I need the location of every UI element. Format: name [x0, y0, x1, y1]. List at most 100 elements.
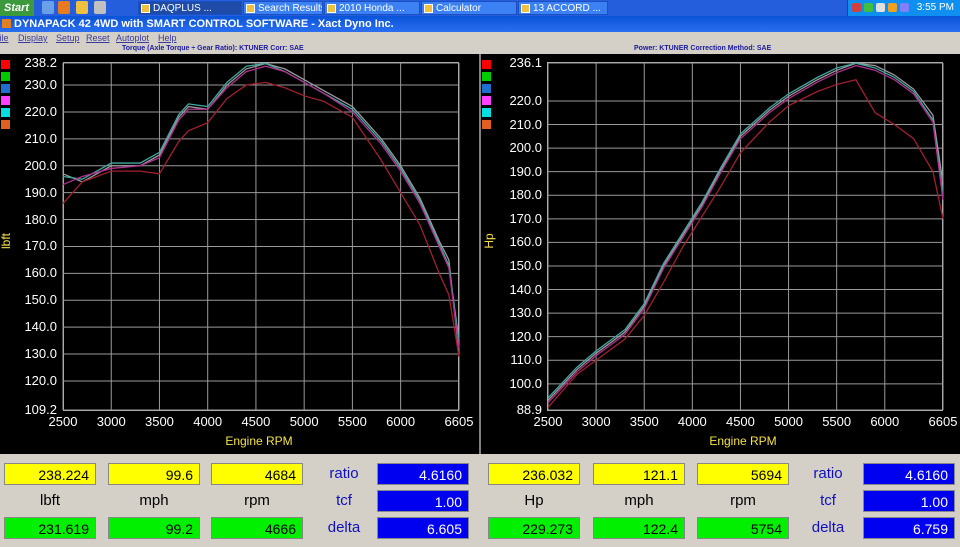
torque-peak-value: 238.224: [4, 463, 96, 485]
power-plot-svg: [547, 62, 944, 411]
power-y-tick: 200.0: [509, 140, 542, 156]
tcf-value[interactable]: 1.00: [863, 490, 955, 512]
torque-x-tick: 6605: [444, 414, 474, 429]
taskbar-button-daqplus[interactable]: DAQPLUS ...: [138, 1, 242, 15]
ratio-value[interactable]: 4.6160: [863, 463, 955, 485]
torque-peak-rpm: 4684: [211, 463, 303, 485]
torque-compare-mph: 99.2: [108, 517, 200, 539]
start-button[interactable]: Start: [0, 0, 34, 16]
ratio-label: ratio: [813, 465, 843, 482]
shield-icon[interactable]: [864, 3, 873, 12]
torque-y-tick: 160.0: [24, 265, 57, 281]
torque-y-tick: 140.0: [24, 319, 57, 335]
power-y-tick: 170.0: [509, 210, 542, 226]
calculator-icon: [424, 4, 433, 13]
power-y-tick: 180.0: [509, 187, 542, 203]
torque-x-tick: 5000: [289, 414, 319, 429]
torque-y-tick: 120.0: [24, 372, 57, 388]
torque-x-tick: 2500: [48, 414, 78, 429]
torque-chart-panel: 238.2 230.0 220.0 210.0 200.0 190.0 180.0 170.0…: [0, 54, 479, 454]
menu-file[interactable]: File: [0, 32, 9, 44]
menu-help[interactable]: Help: [158, 32, 177, 44]
power-x-tick: 6605: [928, 414, 958, 429]
power-y-tick: 110.0: [510, 352, 542, 368]
volume-icon[interactable]: [876, 3, 885, 12]
torque-y-tick: 150.0: [24, 292, 57, 308]
ratio-value[interactable]: 4.6160: [377, 463, 469, 485]
torque-x-tick: 4000: [193, 414, 223, 429]
power-chart-panel: 236.1 220.0 210.0 200.0 190.0 180.0 170.0 160.0…: [481, 54, 960, 454]
taskbar-button-honda[interactable]: 2010 Honda ...: [324, 1, 420, 15]
torque-y-tick: 230.0: [24, 77, 57, 93]
search-icon: [246, 4, 255, 13]
window-titlebar[interactable]: DYNAPACK 42 4WD with SMART CONTROL SOFTW…: [0, 16, 960, 32]
power-y-tick: 160.0: [509, 234, 542, 250]
power-y-tick: 150.0: [509, 257, 542, 273]
taskbar: Start DAQPLUS ... Search Results 2010 Ho…: [0, 0, 960, 17]
system-tray: 3:55 PM: [847, 0, 960, 16]
torque-plot-svg: [62, 62, 460, 411]
quicklaunch-tool-icon[interactable]: [94, 1, 106, 14]
delta-value[interactable]: 6.759: [863, 517, 955, 539]
torque-x-tick: 4500: [241, 414, 271, 429]
power-y-tick: 100.0: [509, 375, 542, 391]
mph-unit-label: mph: [624, 492, 654, 509]
power-x-axis-label: Engine RPM: [709, 434, 777, 448]
rpm-unit-label: rpm: [730, 492, 756, 509]
power-x-tick: 5000: [774, 414, 803, 429]
delta-label: delta: [811, 519, 845, 536]
power-unit-label: Hp: [524, 492, 544, 509]
power-peak-rpm: 5694: [697, 463, 789, 485]
torque-x-axis-label: Engine RPM: [225, 434, 293, 448]
app-icon: [2, 19, 11, 28]
taskbar-button-calculator[interactable]: Calculator: [421, 1, 517, 15]
tcf-value[interactable]: 1.00: [377, 490, 469, 512]
display-icon[interactable]: [900, 3, 909, 12]
power-peak-mph: 121.1: [593, 463, 685, 485]
menu-autoplot[interactable]: Autoplot: [116, 32, 149, 44]
torque-x-tick: 5500: [337, 414, 367, 429]
app-icon: [141, 4, 150, 13]
power-x-tick: 4500: [725, 414, 755, 429]
delta-value[interactable]: 6.605: [377, 517, 469, 539]
readout-area: 238.224 99.6 4684 ratio 4.6160 lbft mph …: [0, 454, 960, 547]
torque-subtitle: Torque (Axle Torque ÷ Gear Ratio): KTUNE…: [122, 45, 304, 52]
taskbar-button-search-results[interactable]: Search Results: [243, 1, 323, 15]
power-x-tick: 3500: [629, 414, 659, 429]
torque-y-axis-label: lbft: [0, 233, 13, 250]
menu-setup[interactable]: Setup: [56, 32, 80, 44]
ratio-label: ratio: [329, 465, 359, 482]
torque-compare-rpm: 4666: [211, 517, 303, 539]
torque-compare-value: 231.619: [4, 517, 96, 539]
power-y-tick: 210.0: [509, 116, 542, 132]
quicklaunch-desktop-icon[interactable]: [42, 1, 54, 14]
power-x-tick: 6000: [870, 414, 900, 429]
network-icon[interactable]: [852, 3, 861, 12]
power-compare-rpm: 5754: [697, 517, 789, 539]
torque-series-0: [62, 62, 460, 355]
power-compare-mph: 122.4: [593, 517, 685, 539]
mph-unit-label: mph: [139, 492, 169, 509]
torque-x-tick: 3500: [144, 414, 174, 429]
power-y-tick: 236.1: [509, 55, 542, 70]
taskbar-button-accord[interactable]: 13 ACCORD ...: [518, 1, 608, 15]
menu-reset[interactable]: Reset: [86, 32, 110, 44]
menu-display[interactable]: Display: [18, 32, 48, 44]
quicklaunch-firefox-icon[interactable]: [58, 1, 70, 14]
power-x-tick: 4000: [677, 414, 707, 429]
power-x-tick: 2500: [533, 414, 563, 429]
update-icon[interactable]: [888, 3, 897, 12]
quicklaunch-folder-icon[interactable]: [76, 1, 88, 14]
torque-series-1: [62, 62, 460, 341]
power-series-0: [547, 62, 944, 401]
power-y-tick: 130.0: [509, 305, 542, 321]
power-peak-value: 236.032: [488, 463, 580, 485]
torque-y-tick: 130.0: [24, 346, 57, 362]
rpm-unit-label: rpm: [244, 492, 270, 509]
torque-y-tick: 190.0: [24, 184, 57, 200]
torque-y-tick: 210.0: [24, 130, 57, 146]
power-y-tick: 140.0: [509, 281, 542, 297]
torque-unit-label: lbft: [39, 492, 60, 509]
clock[interactable]: 3:55 PM: [917, 0, 954, 16]
power-y-tick: 120.0: [509, 328, 542, 344]
